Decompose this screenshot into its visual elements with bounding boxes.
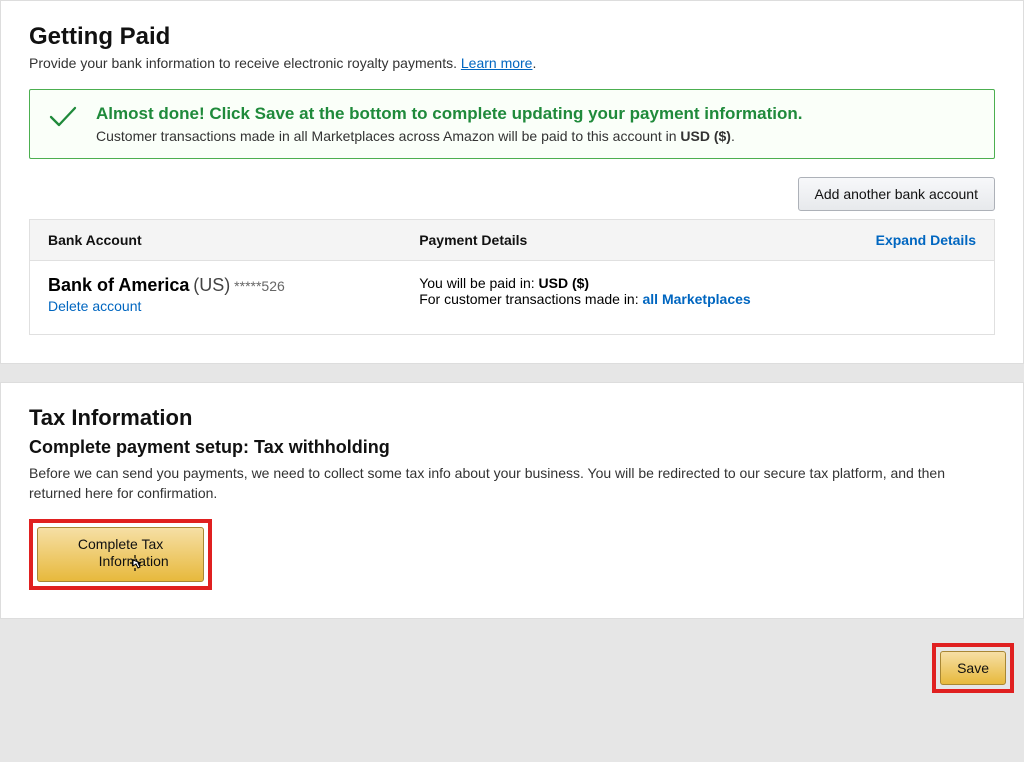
alert-body-pre: Customer transactions made in all Market… bbox=[96, 128, 680, 144]
save-row: Save bbox=[0, 637, 1024, 703]
check-icon bbox=[48, 104, 78, 133]
add-bank-account-button[interactable]: Add another bank account bbox=[798, 177, 995, 211]
success-alert: Almost done! Click Save at the bottom to… bbox=[29, 89, 995, 159]
th-bank-account: Bank Account bbox=[48, 232, 419, 248]
getting-paid-subtitle: Provide your bank information to receive… bbox=[29, 55, 995, 71]
alert-body-post: . bbox=[731, 128, 735, 144]
subtitle-period: . bbox=[532, 55, 536, 71]
th-payment-details: Payment Details bbox=[419, 232, 875, 248]
transactions-label: For customer transactions made in: bbox=[419, 291, 642, 307]
save-button[interactable]: Save bbox=[940, 651, 1006, 685]
bank-accounts-table: Bank Account Payment Details Expand Deta… bbox=[29, 219, 995, 335]
paid-in-currency: USD ($) bbox=[539, 275, 590, 291]
getting-paid-title: Getting Paid bbox=[29, 23, 995, 51]
cursor-icon bbox=[129, 552, 143, 573]
marketplaces-link[interactable]: all Marketplaces bbox=[643, 291, 751, 307]
tax-info-title: Tax Information bbox=[29, 405, 995, 431]
getting-paid-panel: Getting Paid Provide your bank informati… bbox=[0, 0, 1024, 364]
complete-tax-info-label: Complete Tax Information bbox=[78, 536, 169, 569]
paid-in-label: You will be paid in: bbox=[419, 275, 538, 291]
tax-body-text: Before we can send you payments, we need… bbox=[29, 464, 995, 503]
tax-subtitle: Complete payment setup: Tax withholding bbox=[29, 437, 995, 458]
bank-name: Bank of America bbox=[48, 275, 189, 295]
complete-tax-info-button[interactable]: Complete Tax Information bbox=[37, 527, 204, 582]
highlight-box: Complete Tax Information bbox=[29, 519, 212, 590]
highlight-box-save: Save bbox=[932, 643, 1014, 693]
alert-title: Almost done! Click Save at the bottom to… bbox=[96, 104, 803, 124]
bank-country: (US) bbox=[193, 275, 230, 295]
delete-account-link[interactable]: Delete account bbox=[48, 298, 141, 314]
learn-more-link[interactable]: Learn more bbox=[461, 55, 533, 71]
subtitle-text: Provide your bank information to receive… bbox=[29, 55, 461, 71]
expand-details-link[interactable]: Expand Details bbox=[876, 232, 976, 248]
alert-body-currency: USD ($) bbox=[680, 128, 731, 144]
alert-body: Customer transactions made in all Market… bbox=[96, 128, 803, 144]
bank-mask: *****526 bbox=[234, 278, 285, 294]
tax-info-panel: Tax Information Complete payment setup: … bbox=[0, 382, 1024, 619]
table-row: Bank of America (US) *****526 Delete acc… bbox=[30, 261, 994, 334]
